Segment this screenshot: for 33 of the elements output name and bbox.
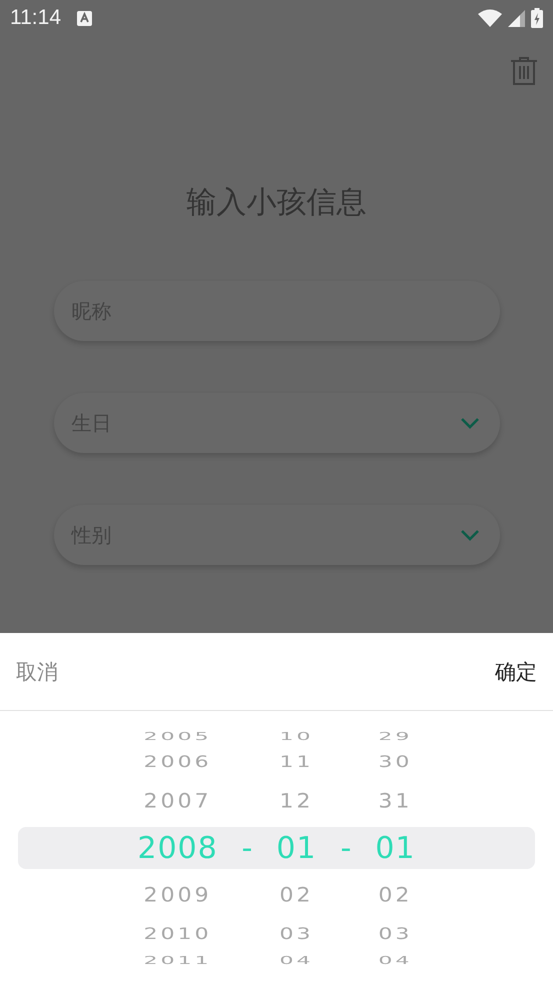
date-separator: - xyxy=(242,830,252,866)
picker-item[interactable]: 2011 xyxy=(144,954,212,966)
picker-item[interactable]: 31 xyxy=(378,790,412,812)
chevron-down-icon xyxy=(460,417,480,429)
battery-charging-icon xyxy=(531,8,543,28)
picker-item[interactable]: 11 xyxy=(280,753,314,771)
wifi-icon xyxy=(478,9,502,27)
picker-item[interactable]: 2008 xyxy=(137,830,218,866)
picker-item[interactable]: 02 xyxy=(280,884,314,906)
picker-item[interactable]: 2007 xyxy=(144,790,212,812)
trash-icon[interactable] xyxy=(511,56,537,86)
picker-item[interactable]: 2006 xyxy=(144,753,212,771)
signal-icon xyxy=(508,10,525,26)
picker-item[interactable]: 29 xyxy=(378,730,412,742)
picker-item[interactable]: 10 xyxy=(280,730,314,742)
status-time: 11:14 xyxy=(10,6,61,30)
picker-item[interactable]: 01 xyxy=(276,830,317,866)
cancel-button[interactable]: 取消 xyxy=(16,658,58,686)
picker-item[interactable]: 2010 xyxy=(144,925,212,943)
chevron-down-icon xyxy=(460,529,480,541)
picker-item[interactable]: 01 xyxy=(375,830,416,866)
picker-item[interactable]: 2009 xyxy=(144,884,212,906)
date-separator: - xyxy=(340,830,352,866)
picker-item[interactable]: 2005 xyxy=(144,730,212,742)
confirm-button[interactable]: 确定 xyxy=(495,658,537,686)
picker-item[interactable]: 03 xyxy=(378,925,412,943)
picker-item[interactable]: 04 xyxy=(378,954,412,966)
picker-item[interactable]: 03 xyxy=(280,925,314,943)
picker-item[interactable]: 30 xyxy=(378,753,412,771)
picker-item[interactable]: 04 xyxy=(280,954,314,966)
keyboard-notification-icon xyxy=(77,10,92,26)
picker-item[interactable]: 02 xyxy=(378,884,412,906)
picker-item[interactable]: 12 xyxy=(280,790,314,812)
